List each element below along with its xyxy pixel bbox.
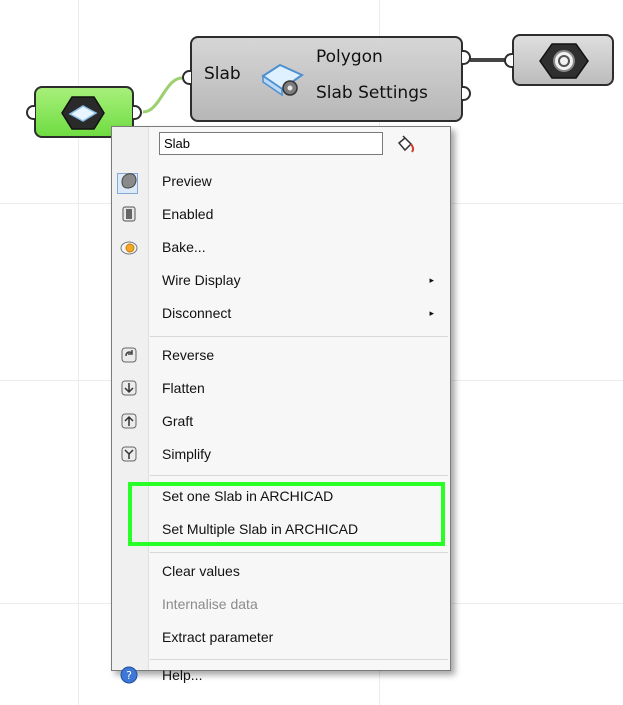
menu-item-disconnect[interactable]: Disconnect ▸ [112,299,450,327]
menu-item-extract-parameter[interactable]: Extract parameter [112,623,450,651]
menu-label-help: Help... [162,667,203,683]
slab-component[interactable]: Slab Polygon Slab Settings [182,36,471,122]
svg-text:?: ? [126,669,132,682]
slab-input-label: Slab [204,64,241,84]
slab-settings-icon [261,63,305,97]
menu-label-enabled: Enabled [162,206,214,222]
wire-green-to-slab [142,76,183,114]
menu-label-reverse: Reverse [162,347,215,363]
menu-item-wire-display[interactable]: Wire Display ▸ [112,266,450,294]
menu-separator [150,552,448,553]
context-menu[interactable]: Preview Enabled Bake... Wire Display ▸ D… [111,126,451,684]
slab-settings-output-label: Slab Settings [316,83,428,103]
menu-label-disconnect: Disconnect [162,305,232,321]
submenu-arrow-icon: ▸ [429,275,434,285]
output-param-input-port[interactable] [504,53,513,68]
menu-label-graft: Graft [162,413,194,429]
menu-label-bake: Bake... [162,239,206,255]
polygon-output-label: Polygon [316,47,383,67]
menu-label-internalise-data: Internalise data [162,596,258,612]
output-parameter-component[interactable] [504,34,614,86]
graft-icon [121,413,137,429]
settings-nut-icon [539,43,589,79]
menu-label-flatten: Flatten [162,380,205,396]
submenu-arrow-icon: ▸ [429,308,434,318]
simplify-icon [121,446,137,462]
help-icon: ? [120,666,138,684]
menu-item-help[interactable]: ? Help... [112,661,450,689]
grasshopper-canvas[interactable]: Slab Polygon Slab Settings Slab Preview … [0,0,623,705]
menu-item-reverse[interactable]: Reverse [112,341,450,369]
menu-item-bake[interactable]: Bake... [112,233,450,261]
menu-item-internalise-data: Internalise data [112,590,450,618]
slab-input-port[interactable] [182,70,191,85]
menu-separator [150,475,448,476]
flatten-icon [121,380,137,396]
menu-item-flatten[interactable]: Flatten [112,374,450,402]
menu-label-clear-values: Clear values [162,563,240,579]
slab-param-icon [61,96,105,130]
menu-item-preview[interactable]: Preview [112,167,450,195]
menu-label-preview: Preview [162,173,212,189]
bake-icon [120,241,138,255]
menu-item-enabled[interactable]: Enabled [112,200,450,228]
menu-separator [150,336,448,337]
menu-item-clear-values[interactable]: Clear values [112,557,450,585]
name-input[interactable] [159,132,383,155]
menu-label-extract-parameter: Extract parameter [162,629,274,645]
enabled-icon [122,206,136,222]
param-input-port[interactable] [26,105,35,120]
menu-label-wire-display: Wire Display [162,272,241,288]
menu-item-simplify[interactable]: Simplify [112,440,450,468]
menu-item-graft[interactable]: Graft [112,407,450,435]
paint-bucket-icon[interactable] [394,135,416,157]
menu-label-simplify: Simplify [162,446,212,462]
reverse-icon [121,347,137,363]
highlight-box [128,482,445,546]
preview-icon [121,173,137,189]
menu-separator [150,659,448,660]
